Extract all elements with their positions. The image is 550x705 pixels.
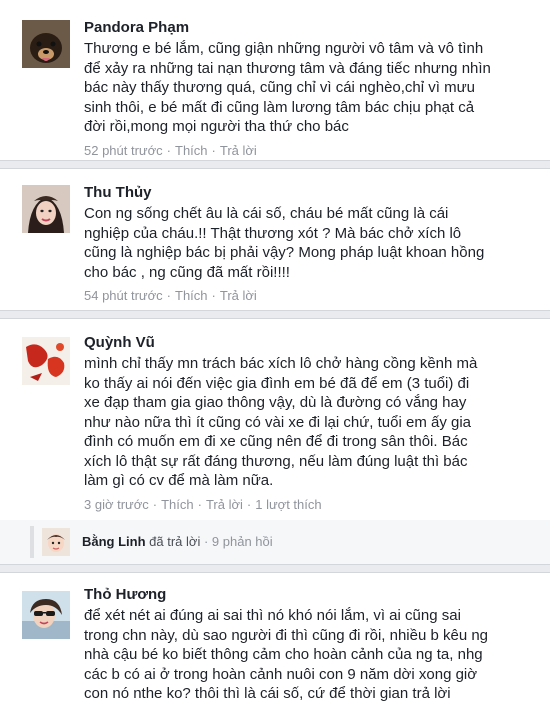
comment-text: Thương e bé lắm, cũng giận những người v… bbox=[84, 40, 491, 135]
timestamp[interactable]: 3 giờ trước bbox=[84, 497, 149, 512]
abstract-red-avatar-icon bbox=[22, 337, 70, 385]
comment-author[interactable]: Thu Thủy bbox=[84, 183, 540, 203]
reply-link[interactable]: Trả lời bbox=[220, 288, 257, 303]
comment-text: mình chỉ thấy mn trách bác xích lô chở h… bbox=[84, 355, 478, 489]
divider bbox=[0, 310, 550, 319]
comment-author[interactable]: Thỏ Hương bbox=[84, 585, 540, 605]
comment-text: Con ng sống chết âu là cái số, cháu bé m… bbox=[84, 205, 485, 281]
like-link[interactable]: Thích bbox=[175, 143, 208, 158]
reply-link[interactable]: Trả lời bbox=[220, 143, 257, 158]
divider bbox=[0, 160, 550, 169]
avatar[interactable] bbox=[22, 337, 70, 385]
comment-meta: 52 phút trước · Thích · Trả lời bbox=[84, 142, 257, 158]
reply-link[interactable]: Trả lời bbox=[206, 497, 243, 512]
like-link[interactable]: Thích bbox=[161, 497, 194, 512]
comment-feed: Pandora Phạm Thương e bé lắm, cũng giận … bbox=[0, 0, 550, 705]
reply-thread-bar bbox=[30, 526, 34, 558]
avatar[interactable] bbox=[22, 591, 70, 639]
reply-summary[interactable]: Bằng Linh đã trả lời · 9 phản hồi bbox=[0, 520, 550, 564]
divider bbox=[0, 564, 550, 573]
comment-author[interactable]: Pandora Phạm bbox=[84, 18, 540, 38]
timestamp[interactable]: 54 phút trước bbox=[84, 288, 163, 303]
comment-item: Pandora Phạm Thương e bé lắm, cũng giận … bbox=[0, 0, 550, 160]
comment-item: Thu Thủy Con ng sống chết âu là cái số, … bbox=[0, 169, 550, 310]
comment-meta: 3 giờ trước · Thích · Trả lời · 1 lượt thích bbox=[84, 496, 322, 512]
reply-summary-text[interactable]: Bằng Linh đã trả lời · 9 phản hồi bbox=[82, 533, 273, 551]
dog-avatar-icon bbox=[22, 20, 70, 68]
like-link[interactable]: Thích bbox=[175, 288, 208, 303]
woman-avatar-icon bbox=[22, 185, 70, 233]
reply-author[interactable]: Bằng Linh bbox=[82, 534, 146, 549]
girl-sunglasses-avatar-icon bbox=[22, 591, 70, 639]
comment-item: Quỳnh Vũ mình chỉ thấy mn trách bác xích… bbox=[0, 319, 550, 520]
likes-count[interactable]: 1 lượt thích bbox=[255, 497, 321, 512]
child-avatar-icon bbox=[42, 528, 70, 556]
avatar[interactable] bbox=[22, 20, 70, 68]
avatar[interactable] bbox=[22, 185, 70, 233]
comment-author[interactable]: Quỳnh Vũ bbox=[84, 333, 540, 353]
timestamp[interactable]: 52 phút trước bbox=[84, 143, 163, 158]
comment-meta: 54 phút trước · Thích · Trả lời bbox=[84, 288, 257, 303]
comment-item: Thỏ Hương để xét nét ai đúng ai sai thì … bbox=[0, 573, 550, 705]
comment-text: để xét nét ai đúng ai sai thì nó khó nói… bbox=[84, 607, 489, 702]
avatar[interactable] bbox=[42, 528, 70, 556]
reply-count[interactable]: 9 phản hồi bbox=[212, 534, 273, 549]
